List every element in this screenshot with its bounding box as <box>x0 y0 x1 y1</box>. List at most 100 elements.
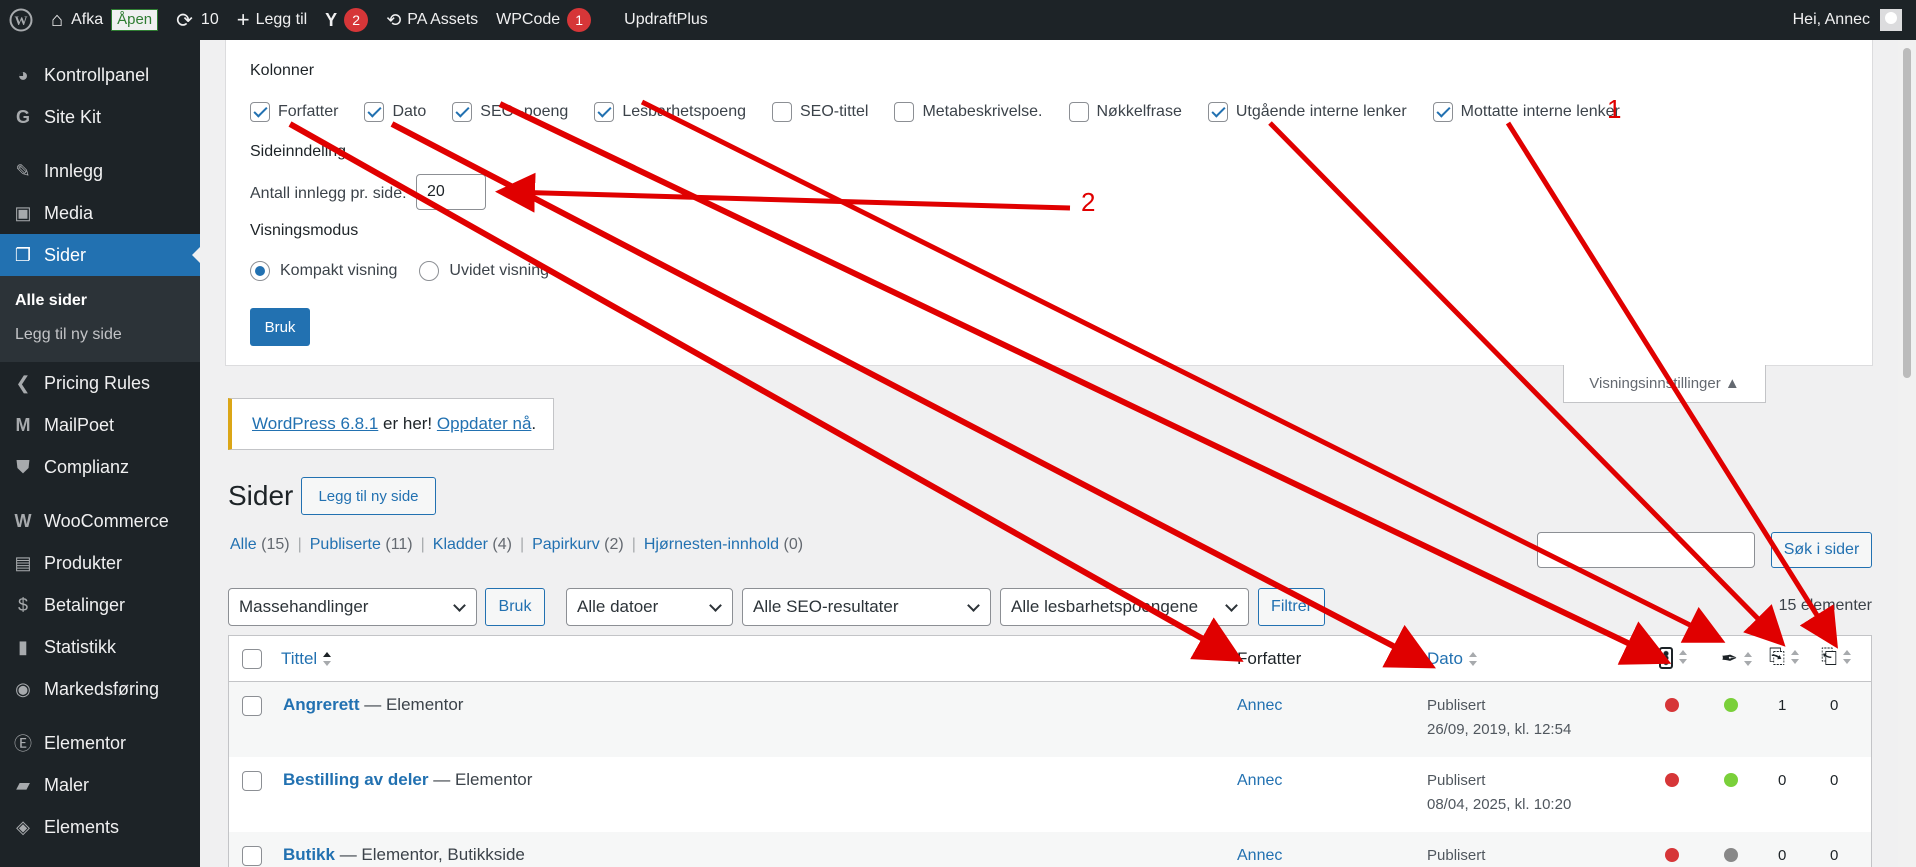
sort-icon <box>1843 649 1851 666</box>
filter-trash[interactable]: Papirkurv (2) <box>532 536 624 554</box>
menu-elements[interactable]: ◈ Elements <box>0 806 200 848</box>
filter-label: Publiserte <box>309 536 381 553</box>
menu-posts[interactable]: ✎ Innlegg <box>0 150 200 192</box>
menu-payments[interactable]: $ Betalinger <box>0 584 200 626</box>
toggle-outgoing-links[interactable]: Utgående interne lenker <box>1207 102 1407 122</box>
filter-cornerstone[interactable]: Hjørnesten-innhold (0) <box>644 536 803 554</box>
update-now-link[interactable]: Oppdater nå <box>437 414 532 434</box>
pa-assets-link[interactable]: ⟲ PA Assets <box>377 0 487 40</box>
column-incoming-links[interactable]: ⎗ <box>1821 646 1851 669</box>
checkbox-incoming-links[interactable] <box>1432 102 1453 122</box>
menu-dashboard[interactable]: ◕ Kontrollpanel <box>0 54 200 96</box>
checkbox-seo-title[interactable] <box>771 102 792 122</box>
pages-icon: ❐ <box>14 244 32 265</box>
submenu-add-page[interactable]: Legg til ny side <box>0 318 200 352</box>
row-title-link[interactable]: Bestilling av deler <box>283 770 429 789</box>
bulk-apply-button[interactable]: Bruk <box>485 588 545 626</box>
menu-statistics[interactable]: ▮ Statistikk <box>0 626 200 668</box>
checkbox-date[interactable] <box>364 102 385 122</box>
select-all-checkbox[interactable] <box>242 649 262 669</box>
menu-pages[interactable]: ❐ Sider <box>0 234 200 276</box>
checkbox-author[interactable] <box>250 102 270 122</box>
checkbox-readability[interactable] <box>594 102 615 122</box>
menu-pricing-rules[interactable]: ❮ Pricing Rules <box>0 362 200 404</box>
search-input[interactable] <box>1537 532 1755 568</box>
toggle-incoming-links[interactable]: Mottatte interne lenker <box>1432 102 1620 122</box>
row-checkbox[interactable] <box>242 771 262 791</box>
submenu-all-pages[interactable]: Alle sider <box>0 284 200 318</box>
toggle-label: Metabeskrivelse. <box>922 103 1043 120</box>
add-new-page-button[interactable]: Legg til ny side <box>301 477 436 515</box>
row-checkbox[interactable] <box>242 846 262 866</box>
menu-site-kit[interactable]: G Site Kit <box>0 96 200 138</box>
wordpress-logo-icon[interactable]: W <box>0 0 42 40</box>
radio-extended[interactable] <box>419 261 440 281</box>
toggle-seo-title[interactable]: SEO-tittel <box>771 102 868 122</box>
yoast-count-badge: 2 <box>344 8 369 32</box>
row-title-link[interactable]: Butikk <box>283 845 335 864</box>
bulk-actions-select[interactable]: Massehandlinger <box>228 588 477 626</box>
toggle-readability[interactable]: Lesbarhetspoeng <box>594 102 746 122</box>
my-account[interactable]: Hei, Annec <box>1793 0 1916 40</box>
column-title[interactable]: Tittel <box>281 649 332 669</box>
updates-link[interactable]: ⟳ 10 <box>167 0 228 40</box>
wpcode-link[interactable]: WPCode 1 <box>487 0 600 40</box>
row-title-link[interactable]: Angrerett <box>283 695 360 714</box>
screen-options-tab[interactable]: Visningsinnstillinger ▲ <box>1563 365 1766 403</box>
filter-all[interactable]: Alle (15) <box>230 536 290 554</box>
readability-filter-select[interactable]: Alle lesbarhetspoengene <box>1000 588 1249 626</box>
row-checkbox[interactable] <box>242 696 262 716</box>
column-date[interactable]: Dato <box>1427 649 1477 669</box>
menu-media[interactable]: ▣ Media <box>0 192 200 234</box>
page-scrollbar[interactable] <box>1898 40 1916 867</box>
wp-version-link[interactable]: WordPress 6.8.1 <box>252 414 378 434</box>
new-content-link[interactable]: + Legg til <box>228 0 316 40</box>
toggle-label: Nøkkelfrase <box>1096 103 1182 120</box>
toggle-author[interactable]: Forfatter <box>250 102 338 122</box>
toggle-keyphrase[interactable]: Nøkkelfrase <box>1068 102 1182 122</box>
column-readability[interactable]: ✒ <box>1721 646 1752 671</box>
date-filter-select[interactable]: Alle datoer <box>566 588 733 626</box>
filter-published[interactable]: Publiserte (11) <box>310 536 413 554</box>
site-name: Afka <box>71 11 104 28</box>
view-extended-option[interactable]: Uvidet visning <box>419 261 549 281</box>
site-name-link[interactable]: ⌂ Afka Åpen <box>42 0 167 40</box>
yoast-link[interactable]: Y 2 <box>316 0 377 40</box>
per-page-input[interactable]: 20 <box>416 174 486 210</box>
apply-screen-options-button[interactable]: Bruk <box>250 308 310 346</box>
menu-templates[interactable]: ▰ Maler <box>0 764 200 806</box>
row-title-suffix: — Elementor <box>359 695 464 714</box>
toggle-date[interactable]: Dato <box>364 102 426 122</box>
checkbox-seo-score[interactable] <box>452 102 473 122</box>
filter-divider: | <box>297 536 302 553</box>
row-author-link[interactable]: Annec <box>1237 772 1282 790</box>
menu-complianz[interactable]: ⛊ Complianz <box>0 446 200 488</box>
menu-woocommerce[interactable]: W WooCommerce <box>0 500 200 542</box>
toggle-meta-description[interactable]: Metabeskrivelse. <box>894 102 1043 122</box>
menu-label: Pricing Rules <box>44 372 151 393</box>
checkbox-outgoing-links[interactable] <box>1207 102 1228 122</box>
filter-drafts[interactable]: Kladder (4) <box>433 536 512 554</box>
menu-elementor[interactable]: Ⓔ Elementor <box>0 722 200 764</box>
avatar <box>1880 9 1902 31</box>
checkbox-keyphrase[interactable] <box>1068 102 1089 122</box>
radio-compact[interactable] <box>250 261 270 281</box>
megaphone-icon: ◉ <box>15 678 31 699</box>
column-outgoing-links[interactable]: ⎘ <box>1769 646 1799 669</box>
row-author-link[interactable]: Annec <box>1237 697 1282 715</box>
updraftplus-link[interactable]: UpdraftPlus <box>600 0 717 40</box>
search-pages-button[interactable]: Søk i sider <box>1771 532 1872 568</box>
filter-button[interactable]: Filtrer <box>1258 588 1325 626</box>
column-seo-score[interactable] <box>1659 647 1687 669</box>
menu-marketing[interactable]: ◉ Markedsføring <box>0 668 200 710</box>
view-compact-option[interactable]: Kompakt visning <box>250 261 397 281</box>
menu-products[interactable]: ▤ Produkter <box>0 542 200 584</box>
scrollbar-thumb[interactable] <box>1903 48 1911 378</box>
seo-filter-select[interactable]: Alle SEO-resultater <box>742 588 991 626</box>
new-content-label: Legg til <box>255 11 308 28</box>
menu-mailpoet[interactable]: M MailPoet <box>0 404 200 446</box>
seo-score-dot <box>1665 698 1679 712</box>
row-author-link[interactable]: Annec <box>1237 847 1282 865</box>
checkbox-meta-description[interactable] <box>894 102 915 122</box>
toggle-seo-score[interactable]: SEO -poeng <box>452 102 568 122</box>
